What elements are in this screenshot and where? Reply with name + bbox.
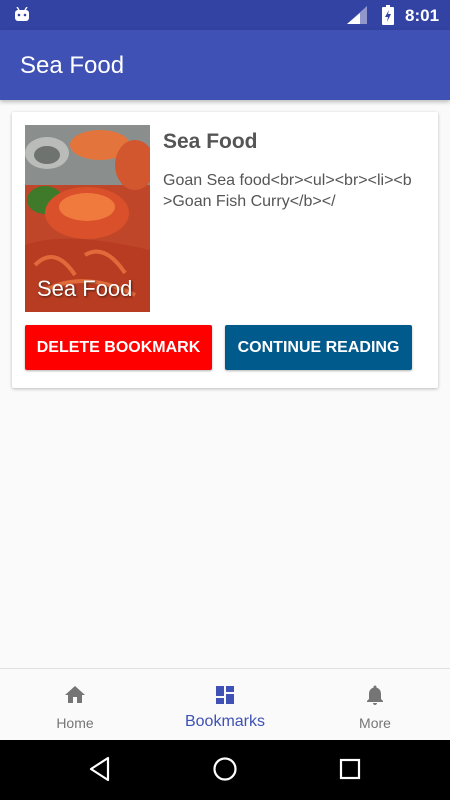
status-time: 8:01 [405, 6, 440, 25]
delete-bookmark-button[interactable]: DELETE BOOKMARK [25, 325, 212, 370]
bell-icon [367, 685, 383, 705]
bottom-navigation: Home Bookmarks More [0, 668, 450, 740]
nav-label-bookmarks: Bookmarks [184, 713, 266, 730]
nav-label-home: Home [56, 715, 94, 731]
nav-item-home[interactable]: Home [0, 669, 150, 741]
home-icon [65, 686, 85, 703]
continue-reading-button[interactable]: CONTINUE READING [225, 325, 412, 370]
recents-icon[interactable] [338, 756, 362, 782]
bookmark-card: Sea Food Sea Food Goan Sea food<br><ul><… [12, 112, 438, 388]
dashboard-icon [216, 686, 234, 704]
nav-item-bookmarks[interactable]: Bookmarks [150, 669, 300, 741]
app-bar: Sea Food [0, 30, 450, 100]
thumbnail-caption: Sea Food [37, 276, 133, 301]
card-title: Sea Food [163, 130, 258, 153]
nav-item-more[interactable]: More [300, 669, 450, 741]
back-icon[interactable] [88, 756, 112, 782]
home-circle-icon[interactable] [212, 756, 238, 782]
status-bar: 8:01 [0, 0, 450, 30]
system-navigation-bar [0, 740, 450, 800]
card-description: Goan Sea food<br><ul><br><li><b>Goan Fis… [163, 172, 412, 210]
battery-charging-icon [382, 5, 394, 25]
android-icon [15, 7, 29, 21]
seafood-thumbnail[interactable]: Sea Food [25, 125, 150, 312]
signal-icon [347, 6, 367, 24]
page-title: Sea Food [20, 52, 125, 79]
nav-label-more: More [359, 715, 391, 731]
